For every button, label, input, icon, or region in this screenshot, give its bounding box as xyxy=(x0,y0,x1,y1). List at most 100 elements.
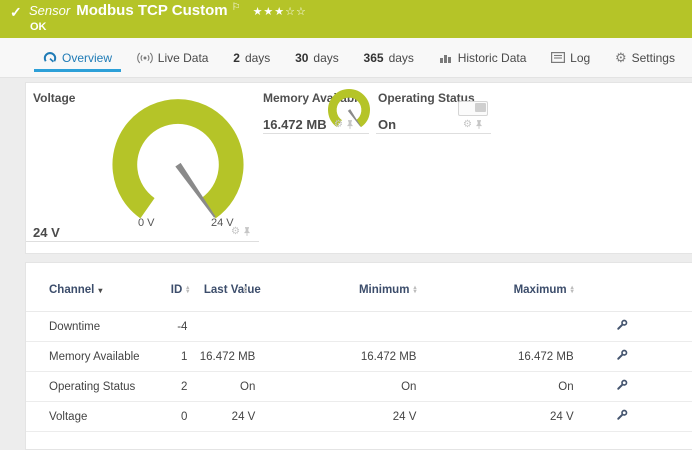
sort-icon: ▴▾ xyxy=(186,286,189,295)
channel-name: Operating Status xyxy=(26,372,171,402)
channel-settings-wrench-icon[interactable] xyxy=(616,319,628,334)
tab-historic-data-label: Historic Data xyxy=(458,51,527,65)
tab-2-days-label: days xyxy=(245,51,270,65)
channel-settings-wrench-icon[interactable] xyxy=(616,409,628,424)
channel-minimum: 24 V xyxy=(279,402,434,432)
tab-365-days-label: days xyxy=(389,51,414,65)
tab-30-days-label: days xyxy=(313,51,338,65)
channel-settings-wrench-icon[interactable] xyxy=(616,379,628,394)
tab-overview[interactable]: Overview xyxy=(40,38,115,77)
overview-gauges-panel: Voltage 0 V 24 V 24 V ⚙ Memory Available… xyxy=(25,82,692,254)
channel-minimum: On xyxy=(279,372,434,402)
gauge-settings-gear-icon[interactable]: ⚙ xyxy=(334,120,343,130)
tab-2-days-number: 2 xyxy=(233,51,240,65)
tile-divider xyxy=(376,133,491,134)
priority-stars-empty[interactable]: ☆☆ xyxy=(285,6,307,18)
pin-icon[interactable] xyxy=(346,119,354,130)
voltage-last-value: 24 V xyxy=(33,225,60,240)
tab-log[interactable]: Log xyxy=(548,38,593,77)
tab-30-days[interactable]: 30 days xyxy=(292,38,342,77)
voltage-tile-actions: ⚙ xyxy=(231,226,251,237)
tab-historic-data[interactable]: Historic Data xyxy=(436,38,530,77)
operating-status-toggle-indicator xyxy=(458,101,488,116)
channel-last-value: On xyxy=(191,372,279,402)
channel-table-panel: Channel▾ ID▴▾ Last Value▴▾ Minimum▴▾ Max… xyxy=(25,262,692,450)
column-header-id[interactable]: ID▴▾ xyxy=(171,277,192,312)
gauge-settings-gear-icon[interactable]: ⚙ xyxy=(231,227,240,237)
channel-maximum xyxy=(434,312,591,342)
pin-icon[interactable] xyxy=(243,226,251,237)
column-header-last-value[interactable]: Last Value▴▾ xyxy=(191,277,279,312)
sensor-tab-bar: Overview Live Data 2 days 30 days 365 da… xyxy=(0,38,692,78)
channel-last-value: 24 V xyxy=(191,402,279,432)
channel-id: 2 xyxy=(171,372,192,402)
gear-icon: ⚙ xyxy=(615,51,627,64)
gauge-settings-gear-icon[interactable]: ⚙ xyxy=(463,120,472,130)
prtg-sensor-page: ✓ Sensor Modbus TCP Custom ⚐ ★★★☆☆ OK Overv… xyxy=(0,0,692,450)
object-kind-label: Sensor xyxy=(29,3,70,18)
tab-2-days[interactable]: 2 days xyxy=(230,38,273,77)
table-row-memory-available: Memory Available 1 16.472 MB 16.472 MB 1… xyxy=(26,342,692,372)
priority-stars-filled[interactable]: ★★★ xyxy=(253,6,286,18)
tile-divider xyxy=(263,133,369,134)
table-row-voltage: Voltage 0 24 V 24 V 24 V xyxy=(26,402,692,432)
sort-caret-down-icon: ▾ xyxy=(98,286,102,295)
tab-log-label: Log xyxy=(570,51,590,65)
voltage-scale-min: 0 V xyxy=(138,217,155,229)
table-row-operating-status: Operating Status 2 On On On xyxy=(26,372,692,402)
operating-status-last-value: On xyxy=(378,117,396,132)
column-header-actions xyxy=(592,277,692,312)
channel-name: Memory Available xyxy=(26,342,171,372)
sort-icon: ▴▾ xyxy=(244,286,247,295)
channel-maximum: 16.472 MB xyxy=(434,342,591,372)
tab-settings[interactable]: ⚙ Settings xyxy=(612,38,678,77)
voltage-gauge xyxy=(104,95,252,227)
column-header-channel[interactable]: Channel▾ xyxy=(26,277,171,312)
tab-365-days-number: 365 xyxy=(364,51,384,65)
gauge-needle xyxy=(175,163,215,218)
toggle-knob xyxy=(475,103,486,112)
column-header-maximum[interactable]: Maximum▴▾ xyxy=(434,277,591,312)
channel-settings-wrench-icon[interactable] xyxy=(616,349,628,364)
sensor-title: Modbus TCP Custom xyxy=(76,2,227,19)
sensor-status-text: OK xyxy=(30,21,47,33)
channel-id: 0 xyxy=(171,402,192,432)
tile-divider xyxy=(26,241,259,242)
channel-id: 1 xyxy=(171,342,192,372)
tab-live-data[interactable]: Live Data xyxy=(134,38,212,77)
channel-name: Voltage xyxy=(26,402,171,432)
tab-365-days[interactable]: 365 days xyxy=(361,38,417,77)
sort-icon: ▴▾ xyxy=(571,286,574,295)
column-header-minimum[interactable]: Minimum▴▾ xyxy=(279,277,434,312)
status-ok-check-icon: ✓ xyxy=(10,4,22,21)
log-list-icon xyxy=(551,52,565,63)
sensor-header: ✓ Sensor Modbus TCP Custom ⚐ ★★★☆☆ OK xyxy=(0,0,692,38)
channel-minimum xyxy=(279,312,434,342)
memory-last-value: 16.472 MB xyxy=(263,117,327,132)
live-signal-icon xyxy=(137,52,153,64)
channel-table-header-row: Channel▾ ID▴▾ Last Value▴▾ Minimum▴▾ Max… xyxy=(26,277,692,312)
channel-last-value xyxy=(191,312,279,342)
bar-chart-icon xyxy=(439,52,453,64)
tab-overview-label: Overview xyxy=(62,51,112,65)
channel-table: Channel▾ ID▴▾ Last Value▴▾ Minimum▴▾ Max… xyxy=(26,277,692,432)
channel-name: Downtime xyxy=(26,312,171,342)
memory-tile-actions: ⚙ xyxy=(334,119,354,130)
gauge-icon xyxy=(43,51,57,64)
channel-minimum: 16.472 MB xyxy=(279,342,434,372)
channel-last-value: 16.472 MB xyxy=(191,342,279,372)
channel-maximum: On xyxy=(434,372,591,402)
sensor-title-line: Sensor Modbus TCP Custom ⚐ ★★★☆☆ xyxy=(29,2,307,20)
sort-icon: ▴▾ xyxy=(413,286,416,295)
channel-id: -4 xyxy=(171,312,192,342)
operating-tile-actions: ⚙ xyxy=(463,119,483,130)
priority-flag-icon[interactable]: ⚐ xyxy=(232,2,241,13)
tab-settings-label: Settings xyxy=(632,51,675,65)
priority-stars[interactable]: ★★★☆☆ xyxy=(253,6,307,18)
tab-30-days-number: 30 xyxy=(295,51,308,65)
pin-icon[interactable] xyxy=(475,119,483,130)
table-row-downtime: Downtime -4 xyxy=(26,312,692,342)
tab-live-data-label: Live Data xyxy=(158,51,209,65)
channel-maximum: 24 V xyxy=(434,402,591,432)
gauge-title-voltage: Voltage xyxy=(33,91,75,105)
